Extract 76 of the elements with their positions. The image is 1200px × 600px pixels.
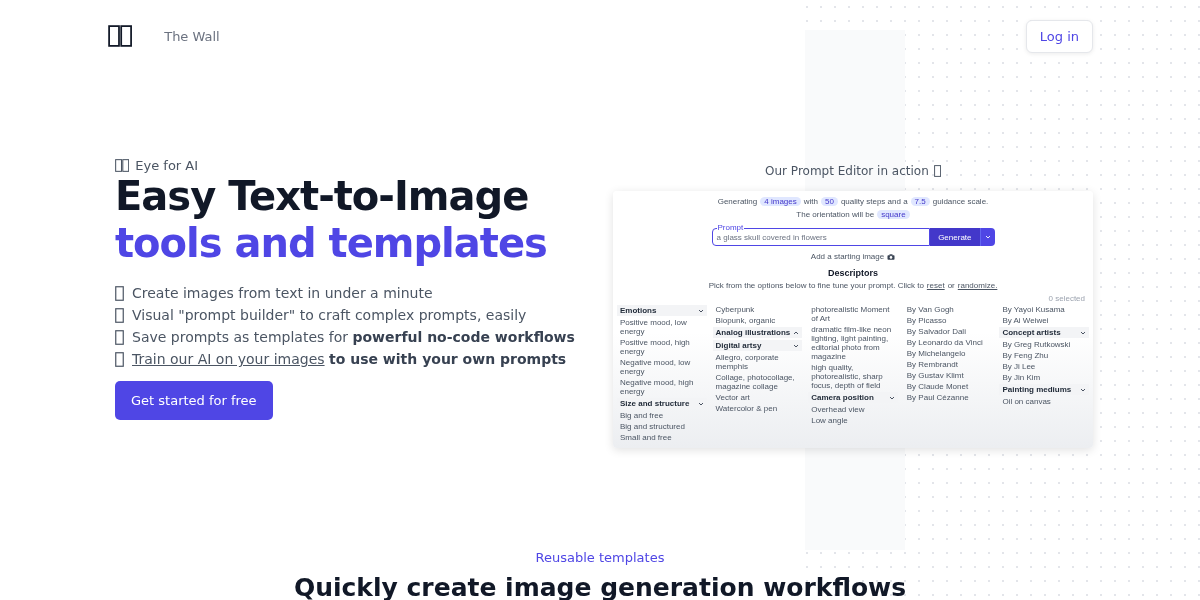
descriptor-option[interactable]: By Picasso	[903, 316, 994, 325]
descriptor-option[interactable]: By Salvador Dali	[903, 327, 994, 336]
descriptor-option[interactable]: Vector art	[712, 393, 803, 402]
descriptor-option[interactable]: Cyberpunk	[712, 305, 803, 314]
sentence-text: or	[947, 281, 955, 290]
category-header[interactable]: Painting mediums	[999, 384, 1089, 395]
descriptor-option[interactable]: By Jin Kim	[999, 373, 1089, 382]
descriptor-option[interactable]: Big and free	[617, 411, 707, 420]
sentence-text: The orientation will be	[796, 210, 875, 219]
value-badge[interactable]: square	[877, 210, 910, 219]
descriptors-title: Descriptors	[828, 268, 878, 278]
placeholder-glyph-icon	[115, 329, 124, 345]
category-header[interactable]: Concept artists	[999, 327, 1089, 338]
descriptor-option[interactable]: Oil on canvas	[999, 397, 1089, 406]
feature-text: Create images from text in under a minute	[132, 285, 433, 301]
descriptor-option[interactable]: By Rembrandt	[903, 360, 994, 369]
category-header[interactable]: Emotions	[617, 305, 707, 316]
hero-title: Easy Text-to-Image	[115, 173, 530, 220]
feature-text: Visual "prompt builder" to craft complex prompts, easily	[132, 307, 527, 323]
descriptor-option[interactable]: Biopunk, organic	[712, 316, 803, 325]
descriptor-option[interactable]: Allegro, corporate memphis	[712, 353, 803, 371]
descriptor-option[interactable]: By Yayoi Kusama	[999, 305, 1089, 314]
eyebrow-text: Eye for AI	[135, 158, 199, 173]
placeholder-glyph-icon	[115, 159, 130, 172]
descriptor-option[interactable]: Watercolor & pen	[712, 404, 803, 413]
placeholder-glyph-icon	[115, 307, 124, 323]
train-link[interactable]: Train our AI on your images	[132, 351, 325, 367]
descriptor-option[interactable]: Small and free	[617, 433, 707, 442]
descriptor-option[interactable]: high quality, photorealistic, sharp focus, depth of field	[808, 363, 898, 390]
selected-count: 0 selected	[1048, 294, 1085, 303]
value-badge[interactable]: 4 images	[760, 197, 801, 206]
text-link[interactable]: randomize.	[957, 281, 998, 290]
descriptor-option[interactable]: Low angle	[808, 416, 898, 425]
descriptor-option[interactable]: By Paul Cézanne	[903, 393, 994, 402]
descriptor-option[interactable]: By Ji Lee	[999, 362, 1089, 371]
placeholder-glyph-icon	[933, 165, 941, 177]
descriptor-option[interactable]: By Van Gogh	[903, 305, 994, 314]
descriptor-option[interactable]: Positive mood, low energy	[617, 318, 707, 336]
site-name[interactable]: The Wall	[164, 28, 1026, 44]
placeholder-glyph-icon	[115, 351, 124, 367]
sentence-text: guidance scale.	[932, 197, 989, 206]
section-eyebrow: Reusable templates	[535, 550, 665, 565]
sentence-text: Pick from the options below to fine tune your prompt. Click to	[708, 281, 924, 290]
descriptor-option[interactable]: Negative mood, high energy	[617, 378, 707, 396]
text-link[interactable]: reset	[926, 281, 945, 290]
starting-image-text[interactable]: Add a starting image	[810, 252, 885, 261]
editor-caption: Our Prompt Editor in action	[765, 164, 929, 178]
hero-subtitle: tools and templates	[115, 220, 548, 267]
sentence-text: with	[803, 197, 818, 206]
descriptor-option[interactable]: By Ai Weiwei	[999, 316, 1089, 325]
descriptor-option[interactable]: By Gustav Klimt	[903, 371, 994, 380]
login-button[interactable]: Log in	[1025, 19, 1093, 53]
get-started-button[interactable]: Get started for free	[115, 381, 273, 420]
feature-text: Train our AI on your images to use with your own prompts	[132, 351, 567, 367]
feature-text: Save prompts as templates for powerful no-code workflows	[132, 329, 575, 345]
sentence-text: Generating	[717, 197, 758, 206]
descriptor-option[interactable]: By Michelangelo	[903, 349, 994, 358]
value-badge[interactable]: 7.5	[910, 197, 930, 206]
placeholder-glyph-icon	[108, 25, 133, 47]
descriptor-option[interactable]: Collage, photocollage, magazine collage	[712, 373, 803, 391]
descriptor-option[interactable]: Positive mood, high energy	[617, 338, 707, 356]
category-header[interactable]: Digital artsy	[712, 340, 803, 351]
descriptor-option[interactable]: By Greg Rutkowski	[999, 340, 1089, 349]
generate-button[interactable]: Generate	[930, 228, 980, 246]
descriptor-option[interactable]: By Feng Zhu	[999, 351, 1089, 360]
descriptor-option[interactable]: By Claude Monet	[903, 382, 994, 391]
camera-icon	[887, 253, 896, 260]
chevron-icon	[984, 235, 991, 239]
descriptor-option[interactable]: Negative mood, low energy	[617, 358, 707, 376]
descriptor-option[interactable]: By Leonardo da Vinci	[903, 338, 994, 347]
descriptor-option[interactable]: Big and structured	[617, 422, 707, 431]
value-badge[interactable]: 50	[820, 197, 838, 206]
placeholder-glyph-icon	[115, 285, 124, 301]
descriptor-option[interactable]: Overhead view	[808, 405, 898, 414]
sentence-text: quality steps and a	[840, 197, 908, 206]
category-header[interactable]: Analog illustrations	[712, 327, 803, 338]
